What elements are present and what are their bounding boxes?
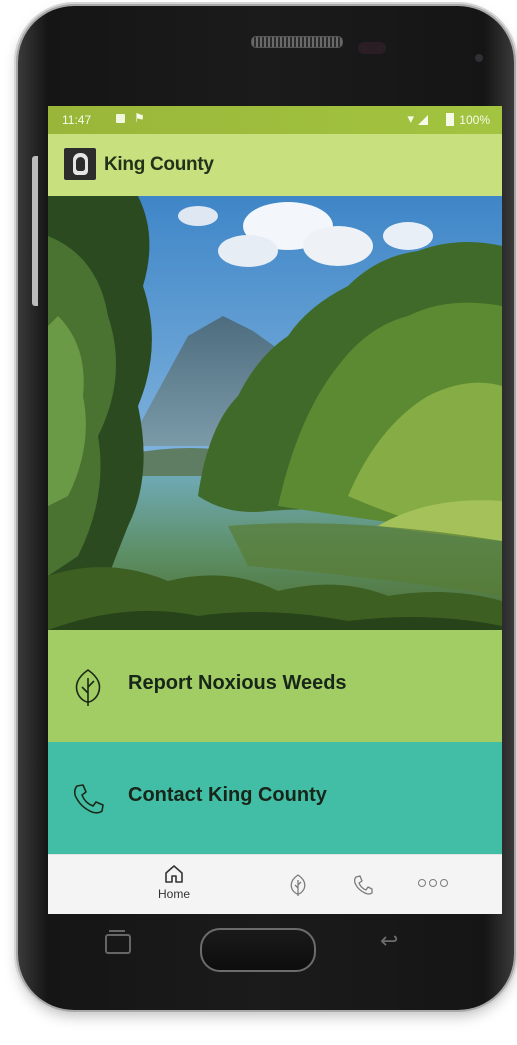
app-screen: 11:47 ⚑ ▾ 100% King County Report Noxiou… <box>48 106 502 914</box>
hero-landscape-image <box>48 196 502 630</box>
side-button <box>32 156 38 306</box>
nav-home-tab[interactable]: Home <box>142 863 206 911</box>
leaf-icon[interactable] <box>286 873 310 897</box>
home-icon <box>165 865 183 883</box>
status-time: 11:47 <box>62 113 92 127</box>
sensor <box>475 54 483 62</box>
contact-king-county-button[interactable]: Contact King County <box>48 742 502 854</box>
front-camera <box>358 42 386 54</box>
phone-icon[interactable] <box>351 873 375 897</box>
report-noxious-weeds-button[interactable]: Report Noxious Weeds <box>48 630 502 742</box>
nav-home-label: Home <box>157 887 190 901</box>
phone-icon <box>73 784 104 814</box>
king-county-logo <box>64 148 96 180</box>
bottom-navigation: Home <box>48 854 502 914</box>
recent-apps-button[interactable] <box>105 930 131 954</box>
hardware-home-button[interactable] <box>200 928 316 972</box>
earpiece-speaker <box>251 36 343 48</box>
app-title: King County <box>104 154 214 175</box>
report-noxious-weeds-label: Report Noxious Weeds <box>128 672 347 694</box>
app-header: King County <box>48 134 502 196</box>
battery-icon <box>446 113 454 126</box>
more-options-icon[interactable] <box>418 879 448 891</box>
back-icon[interactable]: ↩ <box>380 930 410 952</box>
contact-king-county-label: Contact King County <box>128 784 327 806</box>
signal-icon <box>418 115 428 125</box>
battery-level: 100% <box>459 113 490 127</box>
status-bar: 11:47 ⚑ ▾ 100% <box>48 106 502 134</box>
flag-icon: ⚑ <box>134 111 145 125</box>
wifi-icon: ▾ <box>407 111 414 126</box>
leaf-icon <box>75 669 101 706</box>
notification-icon <box>116 114 125 123</box>
